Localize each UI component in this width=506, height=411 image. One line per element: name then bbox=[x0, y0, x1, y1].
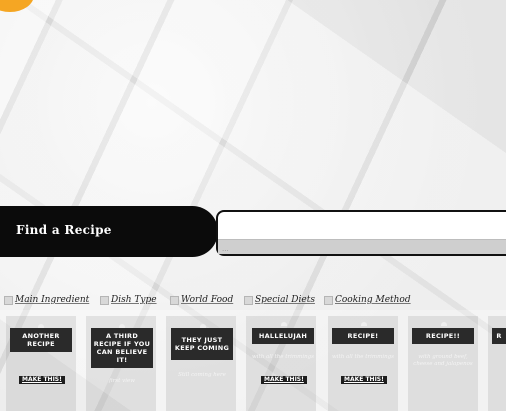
make-this-button[interactable]: MAKE THIS! bbox=[341, 376, 387, 384]
recipe-card-description: with all the trimmings bbox=[252, 354, 314, 360]
pin-icon bbox=[441, 322, 447, 326]
checkbox-cooking-method[interactable] bbox=[324, 295, 333, 305]
filter-label: Main Ingredient bbox=[15, 295, 90, 305]
recipe-card-description: Still coming here bbox=[178, 372, 226, 378]
recipe-card-description: first view bbox=[109, 378, 135, 384]
checkbox-main-ingredient[interactable] bbox=[4, 295, 13, 305]
filter-label: Dish Type bbox=[111, 295, 157, 305]
recipe-card-description: with ground beef, cheese and jalapenos bbox=[413, 354, 473, 367]
recipe-card-title[interactable]: THEY JUST KEEP COMING bbox=[171, 328, 233, 360]
recipe-card-title[interactable]: RECIPE! bbox=[332, 328, 394, 344]
filter-bar: Main Ingredient Dish Type World Food Spe… bbox=[0, 295, 506, 307]
filter-cooking-method[interactable]: Cooking Method bbox=[324, 295, 411, 305]
recipe-card-title[interactable]: A THIRD RECIPE IF YOU CAN BELIEVE IT! bbox=[91, 328, 153, 368]
recipe-search-input[interactable]: ... bbox=[216, 210, 506, 256]
recipe-card-description: with all the trimmings bbox=[332, 354, 394, 360]
filter-special-diets[interactable]: Special Diets bbox=[244, 295, 315, 305]
checkbox-special-diets[interactable] bbox=[244, 295, 253, 305]
find-recipe-title: Find a Recipe bbox=[16, 223, 112, 237]
checkbox-world-food[interactable] bbox=[170, 295, 179, 305]
filter-label: Special Diets bbox=[255, 295, 315, 305]
recipe-card-title[interactable]: ANOTHER RECIPE bbox=[10, 328, 72, 352]
make-this-button[interactable]: MAKE THIS! bbox=[19, 376, 65, 384]
recipe-card-title[interactable]: HALLELUJAH bbox=[252, 328, 314, 344]
filter-dish-type[interactable]: Dish Type bbox=[100, 295, 157, 305]
filter-label: Cooking Method bbox=[335, 295, 411, 305]
search-input-footer: ... bbox=[218, 239, 506, 254]
checkbox-dish-type[interactable] bbox=[100, 295, 109, 305]
pin-icon bbox=[281, 322, 287, 326]
filter-main-ingredient[interactable]: Main Ingredient bbox=[4, 295, 89, 305]
filter-label: World Food bbox=[181, 295, 234, 305]
search-hint: ... bbox=[222, 245, 229, 253]
recipe-card-title[interactable]: R bbox=[492, 328, 506, 344]
recipe-card-title[interactable]: RECIPE!! bbox=[412, 328, 474, 344]
filter-world-food[interactable]: World Food bbox=[170, 295, 233, 305]
make-this-button[interactable]: MAKE THIS! bbox=[261, 376, 307, 384]
pin-icon bbox=[361, 322, 367, 326]
